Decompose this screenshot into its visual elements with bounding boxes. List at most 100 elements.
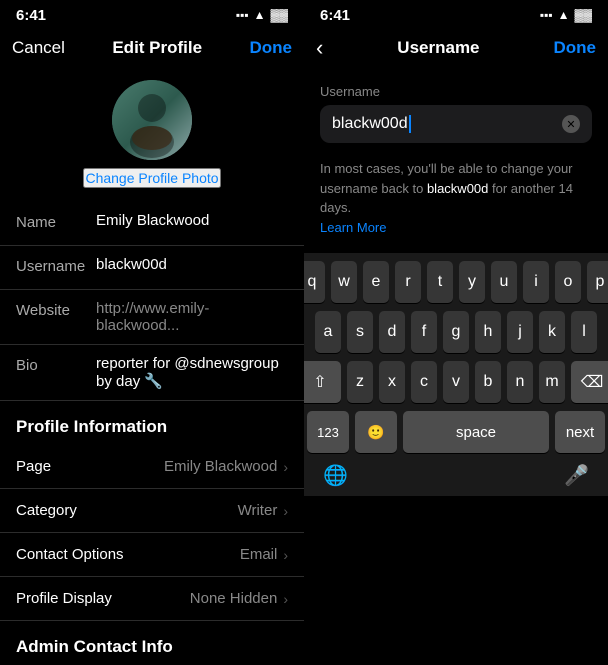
page-value: Emily Blackwood: [164, 458, 277, 475]
contact-value: Email: [240, 546, 278, 563]
display-row[interactable]: Profile Display None Hidden ›: [0, 577, 304, 621]
keyboard-row-3: ⇧ z x c v b n m ⌫: [307, 361, 605, 403]
username-page-title: Username: [397, 38, 479, 58]
edit-profile-title: Edit Profile: [112, 38, 202, 58]
next-key[interactable]: next: [555, 411, 605, 453]
name-label: Name: [16, 212, 96, 231]
numbers-key[interactable]: 123: [307, 411, 349, 453]
learn-more-link[interactable]: Learn More: [320, 220, 386, 235]
key-m[interactable]: m: [539, 361, 565, 403]
key-n[interactable]: n: [507, 361, 533, 403]
profile-area: Change Profile Photo: [0, 72, 304, 202]
website-label: Website: [16, 300, 96, 319]
category-right: Writer ›: [238, 502, 288, 519]
name-value[interactable]: Emily Blackwood: [96, 212, 288, 229]
key-w[interactable]: w: [331, 261, 357, 303]
username-field-label: Username: [320, 84, 592, 99]
keyboard: q w e r t y u i o p a s d f g h j k l ⇧ …: [304, 253, 608, 496]
back-chevron-icon: ‹: [316, 35, 323, 61]
name-row: Name Emily Blackwood: [0, 202, 304, 246]
contact-chevron-icon: ›: [283, 547, 288, 563]
key-a[interactable]: a: [315, 311, 341, 353]
website-row: Website http://www.emily-blackwood...: [0, 290, 304, 345]
key-x[interactable]: x: [379, 361, 405, 403]
keyboard-extras-row: 🌐 🎤: [307, 461, 605, 492]
battery-icon: ▓▓: [271, 8, 289, 22]
left-panel: 6:41 ▪▪▪ ▲ ▓▓ Cancel Edit Profile Done: [0, 0, 304, 665]
key-l[interactable]: l: [571, 311, 597, 353]
display-value: None Hidden: [190, 590, 278, 607]
key-f[interactable]: f: [411, 311, 437, 353]
page-label: Page: [16, 458, 51, 475]
key-z[interactable]: z: [347, 361, 373, 403]
key-h[interactable]: h: [475, 311, 501, 353]
key-g[interactable]: g: [443, 311, 469, 353]
change-profile-photo-button[interactable]: Change Profile Photo: [83, 168, 220, 188]
bio-label: Bio: [16, 355, 96, 374]
back-button[interactable]: ‹: [316, 35, 323, 61]
key-r[interactable]: r: [395, 261, 421, 303]
page-row[interactable]: Page Emily Blackwood ›: [0, 445, 304, 489]
cancel-button[interactable]: Cancel: [12, 38, 65, 58]
right-time: 6:41: [320, 7, 350, 24]
delete-key[interactable]: ⌫: [571, 361, 608, 403]
key-e[interactable]: e: [363, 261, 389, 303]
right-panel: 6:41 ▪▪▪ ▲ ▓▓ ‹ Username Done Username b…: [304, 0, 608, 665]
key-j[interactable]: j: [507, 311, 533, 353]
website-value[interactable]: http://www.emily-blackwood...: [96, 300, 288, 334]
avatar[interactable]: [112, 80, 192, 160]
right-status-icons: ▪▪▪ ▲ ▓▓: [540, 8, 592, 22]
admin-header: Admin Contact Info: [0, 621, 304, 665]
clear-input-button[interactable]: ✕: [562, 115, 580, 133]
display-right: None Hidden ›: [190, 590, 288, 607]
category-row[interactable]: Category Writer ›: [0, 489, 304, 533]
username-info-text: In most cases, you'll be able to change …: [304, 151, 608, 253]
keyboard-row-1: q w e r t y u i o p: [307, 261, 605, 303]
right-done-button[interactable]: Done: [553, 38, 596, 58]
username-input-wrapper[interactable]: blackw00d ✕: [320, 105, 592, 143]
keyboard-row-2: a s d f g h j k l: [307, 311, 605, 353]
key-q[interactable]: q: [304, 261, 325, 303]
left-nav-bar: Cancel Edit Profile Done: [0, 28, 304, 72]
username-row: Username blackw00d: [0, 246, 304, 290]
key-b[interactable]: b: [475, 361, 501, 403]
key-s[interactable]: s: [347, 311, 373, 353]
globe-icon[interactable]: 🌐: [323, 463, 348, 488]
space-key[interactable]: space: [403, 411, 549, 453]
category-chevron-icon: ›: [283, 503, 288, 519]
display-label: Profile Display: [16, 590, 112, 607]
contact-right: Email ›: [240, 546, 288, 563]
done-button[interactable]: Done: [250, 38, 293, 58]
key-o[interactable]: o: [555, 261, 581, 303]
right-status-bar: 6:41 ▪▪▪ ▲ ▓▓: [304, 0, 608, 28]
wifi-icon: ▲: [254, 8, 266, 22]
emoji-key[interactable]: 🙂: [355, 411, 397, 453]
bio-value[interactable]: reporter for @sdnewsgroup by day 🔧: [96, 355, 288, 390]
key-y[interactable]: y: [459, 261, 485, 303]
username-value[interactable]: blackw00d: [96, 256, 288, 273]
form-section: Name Emily Blackwood Username blackw00d …: [0, 202, 304, 665]
key-u[interactable]: u: [491, 261, 517, 303]
right-battery-icon: ▓▓: [575, 8, 593, 22]
key-t[interactable]: t: [427, 261, 453, 303]
display-chevron-icon: ›: [283, 591, 288, 607]
key-v[interactable]: v: [443, 361, 469, 403]
key-d[interactable]: d: [379, 311, 405, 353]
info-highlight: blackw00d: [427, 181, 488, 196]
left-status-icons: ▪▪▪ ▲ ▓▓: [236, 8, 288, 22]
bio-row: Bio reporter for @sdnewsgroup by day 🔧: [0, 345, 304, 401]
category-label: Category: [16, 502, 77, 519]
key-c[interactable]: c: [411, 361, 437, 403]
right-nav-bar: ‹ Username Done: [304, 28, 608, 72]
contact-row[interactable]: Contact Options Email ›: [0, 533, 304, 577]
cursor: [409, 115, 411, 133]
microphone-icon[interactable]: 🎤: [564, 463, 589, 488]
shift-key[interactable]: ⇧: [304, 361, 341, 403]
key-i[interactable]: i: [523, 261, 549, 303]
right-signal-icon: ▪▪▪: [540, 8, 553, 22]
profile-info-header: Profile Information: [0, 401, 304, 445]
key-k[interactable]: k: [539, 311, 565, 353]
key-p[interactable]: p: [587, 261, 608, 303]
username-input[interactable]: blackw00d: [332, 115, 562, 133]
keyboard-bottom-row: 123 🙂 space next: [307, 411, 605, 453]
